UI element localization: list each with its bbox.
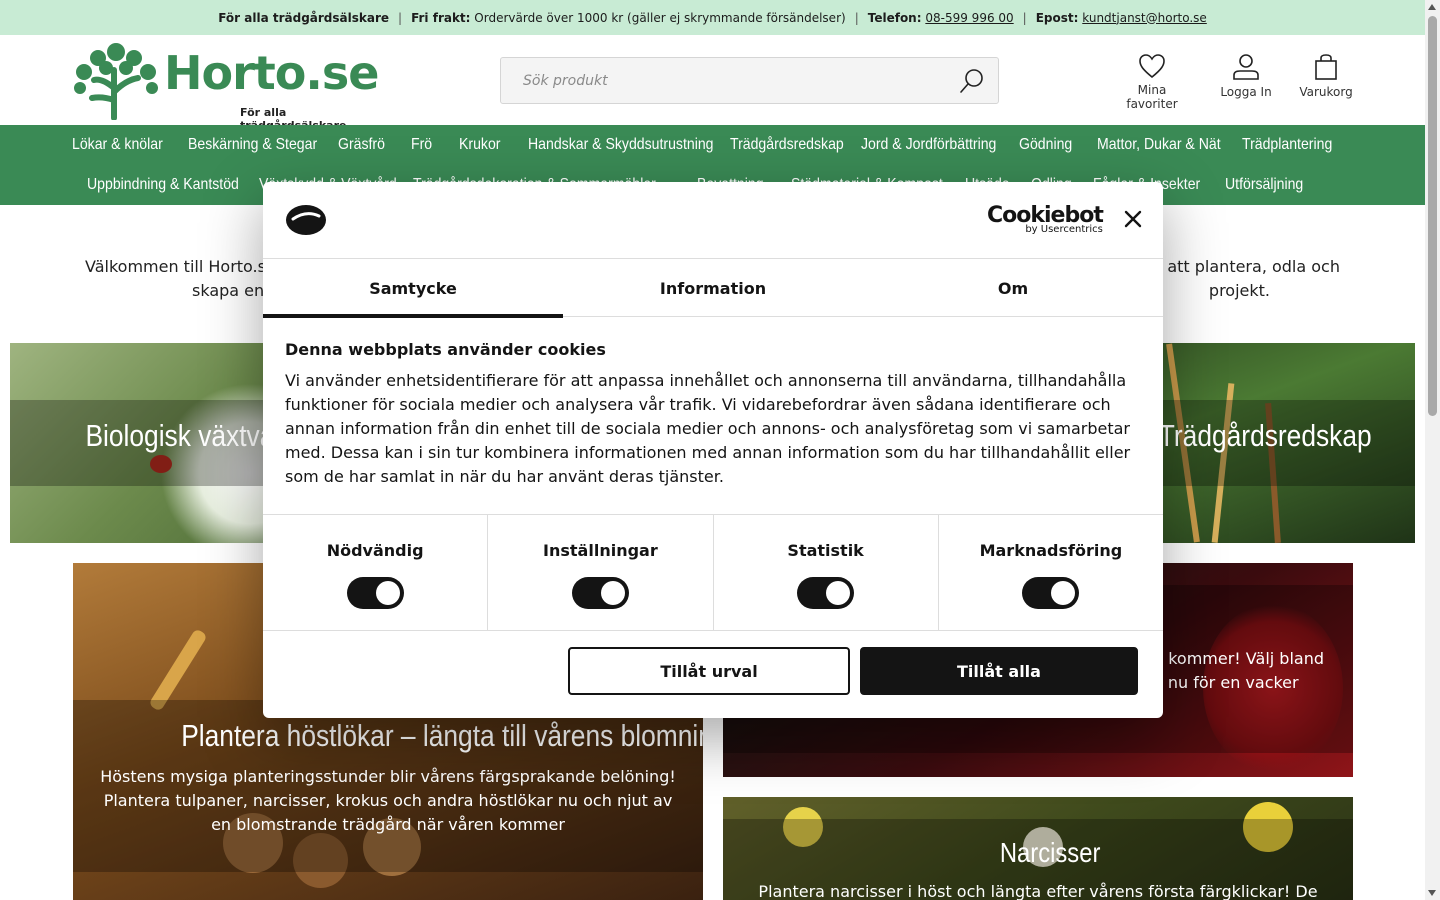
category-label: Inställningar xyxy=(543,541,658,560)
category-label: Marknadsföring xyxy=(979,541,1123,560)
logo-name: Horto.se xyxy=(164,46,379,100)
scroll-up-arrow-icon[interactable] xyxy=(1428,4,1436,10)
cookie-dialog-body: Denna webbplats använder cookies Vi anvä… xyxy=(285,340,1141,489)
nav-item-beskarning[interactable]: Beskärning & Stegar xyxy=(188,136,317,154)
intro-line1-right: att plantera, odla och xyxy=(1167,257,1340,276)
banner-autumn-title: Plantera höstlökar – längta till vårens … xyxy=(181,718,703,753)
banner-tools-title: Trädgårdsredskap xyxy=(1158,418,1372,453)
cookie-dialog-header: Cookiebot by Usercentrics xyxy=(263,182,1163,259)
intro-line2-left: skapa en xyxy=(192,281,265,300)
search-box xyxy=(500,57,999,104)
site-header: Horto.se För alla trädgårdsälskare Mina … xyxy=(0,35,1425,132)
login-label: Logga In xyxy=(1220,85,1272,99)
nav-row-1: Lökar & knölar Beskärning & Stegar Gräsf… xyxy=(72,125,1336,165)
freight-label: Fri frakt: xyxy=(411,10,471,25)
scroll-down-arrow-icon[interactable] xyxy=(1428,890,1436,896)
category-necessary: Nödvändig xyxy=(263,515,489,630)
tab-om[interactable]: Om xyxy=(863,259,1163,317)
phone-link[interactable]: 08-599 996 00 xyxy=(925,11,1013,25)
nav-item-handskar[interactable]: Handskar & Skyddsutrustning xyxy=(528,136,713,154)
phone-label: Telefon: xyxy=(867,10,922,25)
nav-item-jord[interactable]: Jord & Jordförbättring xyxy=(861,136,997,154)
cart-label: Varukorg xyxy=(1299,85,1353,99)
search-icon[interactable] xyxy=(958,67,986,95)
nav-item-mattor[interactable]: Mattor, Dukar & Nät xyxy=(1097,136,1221,154)
banner-narcisser[interactable]: Narcisser Plantera narcisser i höst och … xyxy=(723,797,1353,900)
email-label: Epost: xyxy=(1035,10,1079,25)
nav-item-tradplantering[interactable]: Trädplantering xyxy=(1242,136,1332,154)
category-label: Statistik xyxy=(787,541,864,560)
banner-tulip-text-2: a nu för en vacker xyxy=(1153,673,1299,692)
toggle-necessary[interactable] xyxy=(346,577,404,609)
tab-samtycke[interactable]: Samtycke xyxy=(263,259,563,318)
cookie-tabs: Samtycke Information Om xyxy=(263,259,1163,318)
allow-selection-button[interactable]: Tillåt urval xyxy=(568,647,850,695)
nav-item-lokar[interactable]: Lökar & knölar xyxy=(72,136,171,154)
nav-item-tradgardsredskap[interactable]: Trädgårdsredskap xyxy=(730,136,844,154)
banner-tulip-text-1: n kommer! Välj bland xyxy=(1153,649,1324,668)
cookie-description: Vi använder enhetsidentifierare för att … xyxy=(285,371,1131,486)
banner-narcissus-text: Plantera narcisser i höst och längta eft… xyxy=(758,882,1318,900)
toggle-statistics[interactable] xyxy=(797,577,855,609)
scrollbar-thumb[interactable] xyxy=(1428,16,1437,416)
site-logo[interactable]: Horto.se För alla trädgårdsälskare xyxy=(72,40,392,132)
toggle-marketing[interactable] xyxy=(1022,577,1080,609)
banner-narcissus-title: Narcisser xyxy=(999,837,1101,868)
favorites-label: Mina favoriter xyxy=(1126,83,1178,111)
tab-information[interactable]: Information xyxy=(563,259,863,317)
freight-text: Ordervärde över 1000 kr (gäller ej skrym… xyxy=(474,10,846,25)
banner-autumn-text: Höstens mysiga planteringsstunder blir v… xyxy=(100,767,676,834)
nav-item-godning[interactable]: Gödning xyxy=(1019,136,1084,154)
tagline: För alla trädgårdsälskare xyxy=(218,10,390,25)
intro-line1-left: Välkommen till Horto.s xyxy=(85,257,266,276)
toggle-preferences[interactable] xyxy=(571,577,629,609)
heart-icon xyxy=(1139,54,1165,79)
cookie-heading: Denna webbplats använder cookies xyxy=(285,340,606,359)
top-info-bar: För alla trädgårdsälskare | Fri frakt: O… xyxy=(0,0,1425,35)
close-icon[interactable] xyxy=(1123,209,1143,229)
cookie-consent-dialog: Cookiebot by Usercentrics Samtycke Infor… xyxy=(263,182,1163,718)
category-preferences: Inställningar xyxy=(488,515,714,630)
nav-item-uppbindning[interactable]: Uppbindning & Kantstöd xyxy=(87,176,239,194)
page-scrollbar[interactable] xyxy=(1425,0,1440,900)
banner-bio-title: Biologisk växtvår xyxy=(85,418,284,453)
email-link[interactable]: kundtjanst@horto.se xyxy=(1082,11,1207,25)
search-input[interactable] xyxy=(523,58,943,103)
login-link[interactable]: Logga In xyxy=(1218,53,1274,99)
cart-link[interactable]: Varukorg xyxy=(1299,53,1353,99)
favorites-link[interactable]: Mina favoriter xyxy=(1113,53,1191,111)
nav-item-fro[interactable]: Frö xyxy=(411,136,450,154)
allow-all-button[interactable]: Tillåt alla xyxy=(860,647,1138,695)
category-label: Nödvändig xyxy=(326,541,424,560)
user-icon xyxy=(1233,54,1259,80)
cookiebot-logo-icon xyxy=(286,205,326,235)
cookiebot-brand[interactable]: Cookiebot by Usercentrics xyxy=(987,203,1104,235)
shopping-bag-icon xyxy=(1315,54,1337,80)
category-marketing: Marknadsföring xyxy=(939,515,1163,630)
tree-logo-icon xyxy=(74,43,158,120)
intro-line2-right: projekt. xyxy=(1208,281,1270,300)
nav-item-utforsaljning[interactable]: Utförsäljning xyxy=(1225,176,1304,194)
cookie-categories: Nödvändig Inställningar Statistik Markna… xyxy=(263,514,1163,631)
nav-item-grasfro[interactable]: Gräsfrö xyxy=(338,136,399,154)
category-statistics: Statistik xyxy=(714,515,939,630)
nav-item-krukor[interactable]: Krukor xyxy=(459,136,516,154)
